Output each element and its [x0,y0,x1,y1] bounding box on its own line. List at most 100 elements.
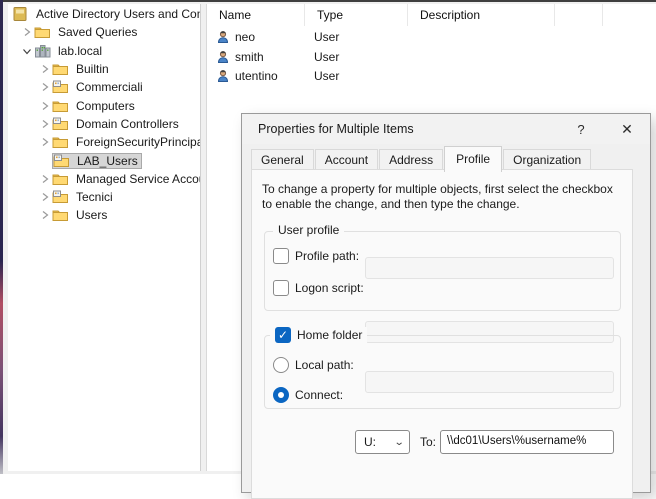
user-icon [216,69,230,83]
chevron-right-icon[interactable] [20,25,34,39]
close-button[interactable]: ✕ [610,114,644,144]
chevron-right-icon[interactable] [38,172,52,186]
name-cell: utentino [207,69,305,83]
tree-item-active-directory-users-and-com[interactable]: Active Directory Users and Com [8,5,200,23]
tree-item-users[interactable]: Users [8,206,200,224]
domain-icon [34,44,51,58]
tree-item-body: Tecnici [52,190,116,204]
instruction-text: To change a property for multiple object… [262,182,620,212]
user-name: neo [235,30,255,44]
profile-tab-page: To change a property for multiple object… [251,169,633,499]
ou-folder-icon [52,117,69,131]
list-row-utentino[interactable]: utentinoUser [207,66,656,86]
tree-item-computers[interactable]: Computers [8,96,200,114]
chevron-right-icon[interactable] [38,135,52,149]
tree-item-label: lab.local [55,44,105,58]
column-header-name[interactable]: Name [207,4,305,26]
chevron-right-icon[interactable] [38,117,52,131]
tab-general[interactable]: General [251,149,314,171]
tree-item-label: Tecnici [73,190,116,204]
folder-icon [52,62,69,76]
tree-item-domain-controllers[interactable]: Domain Controllers [8,115,200,133]
tree-item-label: Users [73,208,110,222]
tree-item-label: Commerciali [73,80,146,94]
tree-item-foreignsecurityprincipals[interactable]: ForeignSecurityPrincipals [8,133,200,151]
tree-item-body: Users [52,208,110,222]
home-folder-checkbox[interactable]: ✓ [275,327,291,343]
aduc-window: Active Directory Users and Com Saved Quer… [3,0,656,474]
tree-item-builtin[interactable]: Builtin [8,60,200,78]
dialog-titlebar[interactable]: Properties for Multiple Items ? ✕ [242,114,650,144]
tree-item-lab-local[interactable]: lab.local [8,42,200,60]
local-path-label: Local path: [295,358,354,372]
tree-item-body: Computers [52,99,138,113]
dialog-title: Properties for Multiple Items [258,122,414,136]
chevron-right-icon[interactable] [38,99,52,113]
ou-folder-icon [53,154,70,168]
tree-item-label: Managed Service Accounts [73,172,200,186]
tab-organization[interactable]: Organization [503,149,591,171]
tab-profile[interactable]: Profile [444,146,502,172]
tree-item-label: Computers [73,99,138,113]
drive-letter-value: U: [364,435,376,449]
user-icon [216,30,230,44]
chevron-right-icon[interactable] [38,208,52,222]
chevron-down-icon: ⌄ [393,437,404,448]
console-tree-pane: Active Directory Users and Com Saved Quer… [8,4,201,471]
list-row-neo[interactable]: neo User [207,27,656,47]
tree-item-body: Builtin [52,62,112,76]
profile-path-label: Profile path: [295,249,359,263]
chevron-spacer [38,154,52,168]
tree-item-lab-users[interactable]: LAB_Users [8,151,200,169]
folder-icon [52,99,69,113]
dialog-tabstrip: GeneralAccountAddressProfileOrganization [251,144,592,170]
tab-address[interactable]: Address [379,149,443,171]
column-header-extra[interactable] [555,4,603,26]
tree-item-label: Domain Controllers [73,117,182,131]
column-header-description[interactable]: Description [408,4,555,26]
connect-radio[interactable] [273,387,289,403]
user-profile-group-label: User profile [273,223,344,237]
type-cell: User [305,69,408,83]
tree-item-label: Active Directory Users and Com [33,7,200,21]
local-path-radio[interactable] [273,357,289,373]
list-header: NameTypeDescription [207,4,656,26]
ou-folder-icon [52,190,69,204]
chevron-right-icon[interactable] [38,80,52,94]
connect-to-input[interactable]: \\dc01\Users\%username% [440,430,614,454]
tree-item-label: LAB_Users [74,154,141,168]
type-cell: User [305,50,408,64]
folder-icon [52,135,69,149]
tree-item-tecnici[interactable]: Tecnici [8,188,200,206]
folder-icon [52,208,69,222]
properties-dialog: Properties for Multiple Items ? ✕ Genera… [241,113,651,493]
chevron-right-icon[interactable] [38,62,52,76]
tree-item-label: Builtin [73,62,112,76]
tree-item-body: Domain Controllers [52,117,182,131]
chevron-down-icon[interactable] [20,44,34,58]
profile-path-checkbox[interactable] [273,248,289,264]
type-cell: User [305,30,408,44]
column-header-type[interactable]: Type [305,4,408,26]
list-rows: neoUsersmithUserutentinoUser [207,27,656,86]
logon-script-checkbox[interactable] [273,280,289,296]
logon-script-label: Logon script: [295,281,364,295]
tree-item-body: lab.local [34,44,105,58]
directory-root-icon [12,7,29,21]
drive-letter-select[interactable]: U: ⌄ [355,430,410,454]
tree-item-saved-queries[interactable]: Saved Queries [8,23,200,41]
name-cell: smith [207,50,305,64]
tab-account[interactable]: Account [315,149,378,171]
tree-item-body: Saved Queries [34,25,140,39]
chevron-right-icon[interactable] [38,190,52,204]
list-row-smith[interactable]: smithUser [207,47,656,67]
help-button[interactable]: ? [564,114,598,144]
tree-item-label: Saved Queries [55,25,140,39]
tree-item-managed-service-accounts[interactable]: Managed Service Accounts [8,170,200,188]
home-folder-group-label: Home folder [297,328,362,342]
screen: { "window": { "tree": { "items": [ {"lab… [0,0,656,474]
name-cell: neo [207,30,305,44]
tree-item-commerciali[interactable]: Commerciali [8,78,200,96]
folder-icon [34,25,51,39]
selected-tree-item: LAB_Users [52,153,142,169]
